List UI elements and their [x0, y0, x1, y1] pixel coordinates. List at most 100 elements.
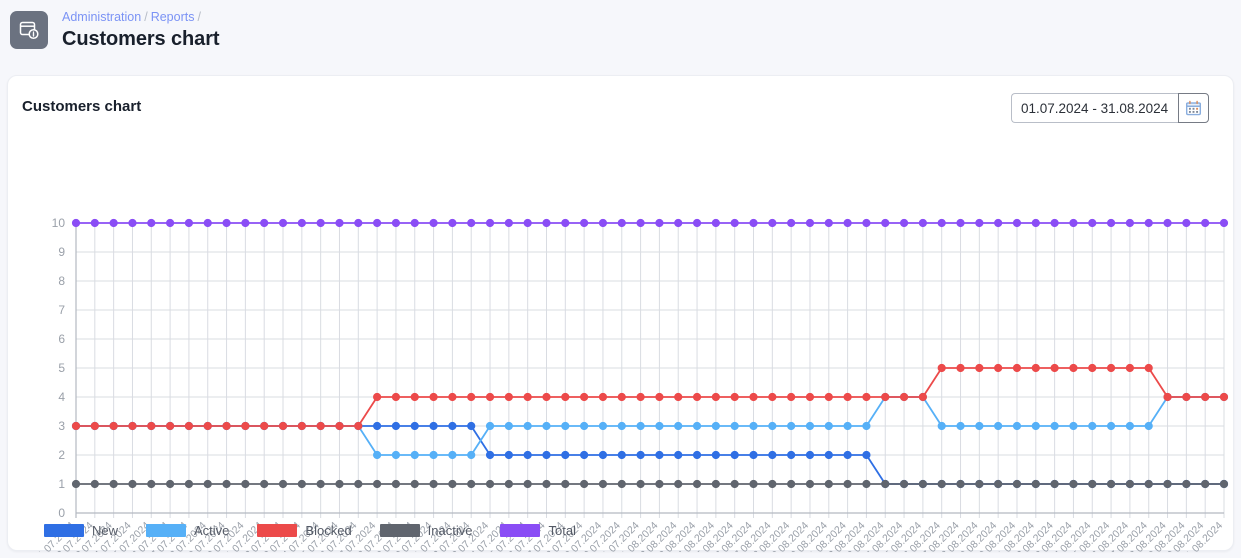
data-point[interactable] [222, 218, 231, 228]
data-point[interactable] [655, 450, 664, 460]
data-point[interactable] [711, 421, 720, 431]
data-point[interactable] [467, 450, 476, 460]
data-point[interactable] [787, 421, 796, 431]
data-point[interactable] [975, 218, 984, 228]
data-point[interactable] [1050, 479, 1059, 489]
data-point[interactable] [598, 421, 608, 431]
data-point[interactable] [787, 479, 796, 489]
data-point[interactable] [1069, 421, 1078, 431]
data-point[interactable] [485, 392, 495, 402]
data-point[interactable] [899, 479, 909, 489]
data-point[interactable] [373, 479, 382, 489]
data-point[interactable] [994, 218, 1003, 228]
data-point[interactable] [1088, 479, 1097, 489]
data-point[interactable] [918, 218, 927, 228]
data-point[interactable] [429, 392, 438, 402]
data-point[interactable] [843, 421, 852, 431]
data-point[interactable] [523, 450, 532, 460]
data-point[interactable] [391, 392, 401, 402]
date-range-input[interactable] [1011, 93, 1178, 123]
data-point[interactable] [899, 392, 909, 402]
legend-item-inactive[interactable]: Inactive [379, 523, 472, 538]
data-point[interactable] [1069, 218, 1078, 228]
data-point[interactable] [994, 363, 1003, 373]
data-point[interactable] [805, 450, 815, 460]
data-point[interactable] [749, 450, 758, 460]
data-point[interactable] [692, 479, 702, 489]
data-point[interactable] [862, 479, 871, 489]
data-point[interactable] [561, 218, 570, 228]
data-point[interactable] [410, 392, 419, 402]
data-point[interactable] [862, 218, 871, 228]
data-point[interactable] [1125, 363, 1134, 373]
data-point[interactable] [674, 392, 683, 402]
data-point[interactable] [580, 421, 589, 431]
data-point[interactable] [1125, 479, 1134, 489]
data-point[interactable] [71, 218, 81, 228]
data-point[interactable] [1088, 421, 1097, 431]
data-point[interactable] [203, 421, 212, 431]
data-point[interactable] [956, 363, 965, 373]
data-point[interactable] [674, 421, 683, 431]
data-point[interactable] [184, 218, 194, 228]
data-point[interactable] [805, 479, 815, 489]
data-point[interactable] [1125, 421, 1134, 431]
data-point[interactable] [956, 479, 965, 489]
data-point[interactable] [692, 450, 702, 460]
data-point[interactable] [1031, 363, 1040, 373]
data-point[interactable] [937, 218, 946, 228]
data-point[interactable] [354, 421, 363, 431]
data-point[interactable] [278, 218, 288, 228]
data-point[interactable] [297, 421, 306, 431]
data-point[interactable] [448, 218, 457, 228]
data-point[interactable] [580, 479, 589, 489]
data-point[interactable] [655, 218, 664, 228]
data-point[interactable] [1069, 363, 1078, 373]
data-point[interactable] [824, 218, 833, 228]
data-point[interactable] [1012, 479, 1022, 489]
data-point[interactable] [862, 450, 871, 460]
data-point[interactable] [598, 392, 608, 402]
data-point[interactable] [692, 218, 702, 228]
data-point[interactable] [617, 392, 626, 402]
data-point[interactable] [636, 450, 645, 460]
data-point[interactable] [768, 421, 777, 431]
data-point[interactable] [429, 450, 438, 460]
legend-item-new[interactable]: New [44, 523, 118, 538]
data-point[interactable] [881, 218, 890, 228]
data-point[interactable] [768, 218, 777, 228]
data-point[interactable] [975, 363, 984, 373]
data-point[interactable] [918, 392, 927, 402]
data-point[interactable] [636, 392, 645, 402]
data-point[interactable] [504, 479, 513, 489]
data-point[interactable] [1163, 218, 1172, 228]
data-point[interactable] [617, 450, 626, 460]
data-point[interactable] [561, 450, 570, 460]
data-point[interactable] [373, 392, 382, 402]
data-point[interactable] [241, 479, 250, 489]
data-point[interactable] [768, 479, 777, 489]
data-point[interactable] [523, 421, 532, 431]
data-point[interactable] [485, 479, 495, 489]
data-point[interactable] [166, 421, 175, 431]
data-point[interactable] [824, 450, 833, 460]
data-point[interactable] [1031, 421, 1040, 431]
data-point[interactable] [561, 421, 570, 431]
data-point[interactable] [711, 450, 720, 460]
data-point[interactable] [617, 218, 626, 228]
data-point[interactable] [561, 479, 570, 489]
data-point[interactable] [128, 421, 137, 431]
data-point[interactable] [410, 479, 419, 489]
data-point[interactable] [260, 218, 269, 228]
data-point[interactable] [843, 218, 852, 228]
data-point[interactable] [994, 479, 1003, 489]
data-point[interactable] [222, 421, 231, 431]
data-point[interactable] [373, 218, 382, 228]
calendar-button[interactable] [1178, 93, 1209, 123]
data-point[interactable] [297, 479, 306, 489]
data-point[interactable] [787, 218, 796, 228]
data-point[interactable] [391, 218, 401, 228]
data-point[interactable] [881, 392, 890, 402]
data-point[interactable] [881, 479, 890, 489]
data-point[interactable] [1219, 218, 1229, 228]
